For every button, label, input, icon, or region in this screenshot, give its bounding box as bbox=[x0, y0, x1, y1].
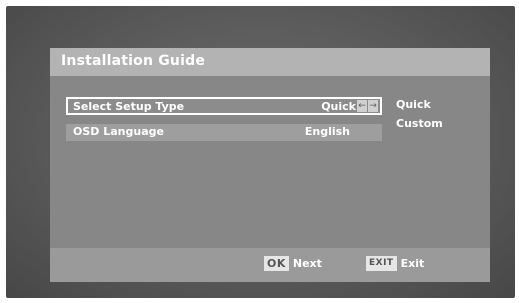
setup-type-options-list: Quick Custom bbox=[396, 95, 443, 133]
ok-key-icon: OK bbox=[264, 256, 289, 271]
osd-language-label: OSD Language bbox=[73, 125, 164, 138]
exit-hint[interactable]: EXIT Exit bbox=[366, 256, 424, 271]
dialog-title: Installation Guide bbox=[61, 53, 206, 69]
value-arrows[interactable]: ← → bbox=[357, 100, 378, 112]
tv-screen: Installation Guide Select Setup Type Qui… bbox=[6, 6, 515, 298]
setting-row-setup-type[interactable]: Select Setup Type Quick ← → bbox=[66, 97, 382, 115]
setup-type-label: Select Setup Type bbox=[73, 100, 185, 113]
title-bar: Installation Guide bbox=[50, 48, 490, 76]
installation-guide-dialog: Installation Guide Select Setup Type Qui… bbox=[50, 48, 490, 282]
arrow-left-icon[interactable]: ← bbox=[357, 100, 367, 112]
arrow-right-icon[interactable]: → bbox=[368, 100, 378, 112]
setup-type-value: Quick bbox=[321, 100, 356, 113]
exit-key-icon: EXIT bbox=[366, 256, 397, 271]
next-hint[interactable]: OK Next bbox=[264, 256, 322, 271]
next-label: Next bbox=[292, 257, 322, 270]
option-custom[interactable]: Custom bbox=[396, 114, 443, 133]
option-quick[interactable]: Quick bbox=[396, 95, 443, 114]
exit-label: Exit bbox=[400, 257, 425, 270]
osd-language-value: English bbox=[304, 125, 350, 138]
setting-row-osd-language[interactable]: OSD Language English bbox=[66, 124, 382, 141]
